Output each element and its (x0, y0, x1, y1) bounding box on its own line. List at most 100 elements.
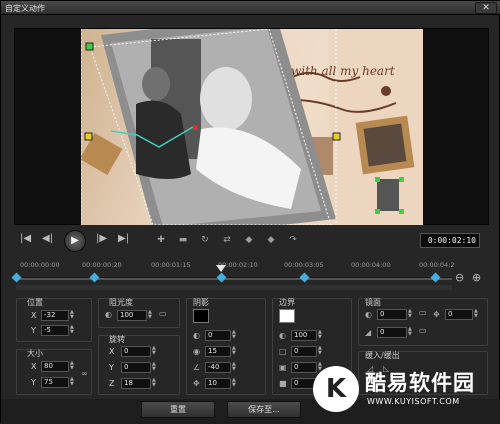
keyframe-marker[interactable] (90, 272, 100, 283)
mirror-fade-input[interactable]: 0 (377, 327, 407, 338)
spin-icon[interactable]: ▲▼ (408, 327, 414, 338)
spin-icon[interactable]: ▲▼ (318, 330, 324, 341)
size-x-input[interactable]: 80 (41, 361, 69, 372)
spin-icon[interactable]: ▲▼ (232, 330, 238, 341)
title-bar: 自定义动作 ✕ (1, 1, 500, 15)
keyframe-marker[interactable] (216, 272, 227, 283)
position-x-label: X (31, 311, 37, 320)
spin-icon[interactable]: ▲▼ (474, 309, 480, 320)
timecode-field[interactable]: 0:00:02:10 (420, 233, 480, 248)
position-x-input[interactable]: -32 (41, 310, 69, 321)
border-size-icon: □ (279, 347, 287, 356)
timeline-tick: 00:00:04:00 (351, 261, 391, 269)
position-y-label: Y (31, 326, 36, 335)
shadow-distance-input[interactable]: 10 (205, 378, 231, 389)
shadow-angle-input[interactable]: -40 (205, 362, 231, 373)
link-aspect-icon[interactable]: ∞ (81, 369, 88, 378)
spin-icon[interactable]: ▲▼ (152, 378, 158, 389)
timeline-tick: 00:00:03:05 (284, 261, 324, 269)
watermark-url: WWW.KUYISOFT.COM (367, 397, 460, 406)
mirror-offset-input[interactable]: 0 (445, 309, 473, 320)
mirror-group: 镜面 ◐ 0 ▲ ▼ ▭ ✥ 0 ▲ ▼ ◢ 0 ▲ ▼ ▭ (358, 298, 488, 346)
border-softness-icon: ■ (279, 379, 287, 388)
keyframe-marker[interactable] (430, 272, 440, 283)
position-title: 位置 (27, 298, 43, 307)
go-to-start-icon[interactable]: |◀ (20, 233, 31, 245)
slider-icon[interactable]: ▭ (159, 309, 167, 318)
spin-icon[interactable]: ▲▼ (408, 309, 414, 320)
shadow-title: 阴影 (193, 298, 209, 307)
keyframe-timeline[interactable]: 00:00:00:00 00:00:00:20 00:00:01:15 00:0… (11, 259, 489, 293)
reset-button[interactable]: 重置 (141, 401, 215, 418)
fade-title: 缓入/缓出 (365, 351, 400, 360)
timeline-track[interactable] (16, 277, 452, 280)
border-color-swatch[interactable] (279, 309, 295, 323)
custom-motion-dialog: 自定义动作 ✕ with all my heart |◀ ◀| ▶ |▶ ▶| … (0, 0, 500, 424)
border-opacity-input[interactable]: 100 (291, 330, 317, 341)
slider-icon[interactable]: ▭ (419, 326, 427, 335)
watermark: K 酷易软件园 WWW.KUYISOFT.COM (309, 361, 500, 424)
spin-icon[interactable]: ▲▼ (152, 362, 158, 373)
position-group: 位置 X -32 ▲ ▼ Y -5 ▲ ▼ (16, 298, 92, 342)
timeline-tick: 00:00:04:2 (419, 261, 455, 269)
rotation-y-input[interactable]: 0 (121, 362, 151, 373)
rotation-z-input[interactable]: 18 (121, 378, 151, 389)
spin-icon[interactable]: ▲▼ (148, 310, 154, 321)
opacity-input[interactable]: 100 (117, 310, 147, 321)
keyframe-marker[interactable] (299, 272, 310, 283)
timeline-tick: 00:00:01:15 (151, 261, 191, 269)
spin-icon[interactable]: ▲▼ (70, 325, 76, 336)
opacity-icon: ◐ (105, 310, 112, 319)
mirror-opacity-input[interactable]: 0 (377, 309, 407, 320)
timeline-scrollbar[interactable] (16, 285, 452, 290)
preview-image: with all my heart (81, 29, 423, 225)
rotation-x-input[interactable]: 0 (121, 346, 151, 357)
size-x-label: X (31, 362, 37, 371)
playhead[interactable] (215, 265, 226, 272)
zoom-in-icon[interactable]: ⊕ (472, 271, 481, 284)
swap-keyframes-icon[interactable]: ⇄ (220, 234, 234, 246)
rotate-keyframe-icon[interactable]: ↷ (286, 234, 300, 246)
shadow-color-swatch[interactable] (193, 309, 209, 323)
play-button[interactable]: ▶ (64, 230, 86, 252)
spin-icon[interactable]: ▲▼ (70, 377, 76, 388)
remove-keyframe-icon[interactable]: ▬ (176, 234, 190, 246)
position-y-input[interactable]: -5 (41, 325, 69, 336)
shadow-blur-icon: ◉ (193, 347, 200, 356)
keyframe-marker[interactable] (11, 272, 22, 283)
border-opacity-icon: ◐ (279, 331, 286, 340)
shadow-opacity-icon: ◐ (193, 331, 200, 340)
spin-icon[interactable]: ▲▼ (70, 310, 76, 321)
close-button[interactable]: ✕ (475, 2, 497, 14)
move-right-icon[interactable]: ◆ (264, 234, 278, 246)
selection-overlay (81, 29, 404, 225)
zoom-out-icon[interactable]: ⊖ (455, 271, 464, 284)
shadow-distance-icon: ✥ (193, 379, 200, 388)
rotation-z-label: Z (109, 379, 115, 388)
mirror-move-icon: ✥ (433, 310, 440, 319)
size-title: 大小 (27, 349, 43, 358)
spin-icon[interactable]: ▲▼ (232, 362, 238, 373)
size-y-input[interactable]: 75 (41, 377, 69, 388)
preview-window: with all my heart (14, 28, 489, 225)
spin-icon[interactable]: ▲▼ (70, 361, 76, 372)
slider-icon[interactable]: ▭ (419, 308, 427, 317)
add-keyframe-icon[interactable]: ✚ (154, 234, 168, 246)
border-size-input[interactable]: 0 (291, 346, 317, 357)
save-to-button[interactable]: 保存至... (227, 401, 301, 418)
mirror-title: 镜面 (365, 298, 381, 307)
spin-icon[interactable]: ▲▼ (152, 346, 158, 357)
next-frame-icon[interactable]: |▶ (96, 233, 107, 245)
size-y-label: Y (31, 378, 36, 387)
spin-icon[interactable]: ▲▼ (232, 346, 238, 357)
shadow-opacity-input[interactable]: 0 (205, 330, 231, 341)
window-title: 自定义动作 (5, 4, 45, 13)
reverse-keyframes-icon[interactable]: ↻ (198, 234, 212, 246)
go-to-end-icon[interactable]: ▶| (118, 233, 129, 245)
shadow-blur-input[interactable]: 15 (205, 346, 231, 357)
spin-icon[interactable]: ▲▼ (232, 378, 238, 389)
move-left-icon[interactable]: ◆ (242, 234, 256, 246)
mirror-fade-icon: ◢ (365, 328, 372, 337)
spin-icon[interactable]: ▲▼ (318, 346, 324, 357)
previous-frame-icon[interactable]: ◀| (42, 233, 53, 245)
